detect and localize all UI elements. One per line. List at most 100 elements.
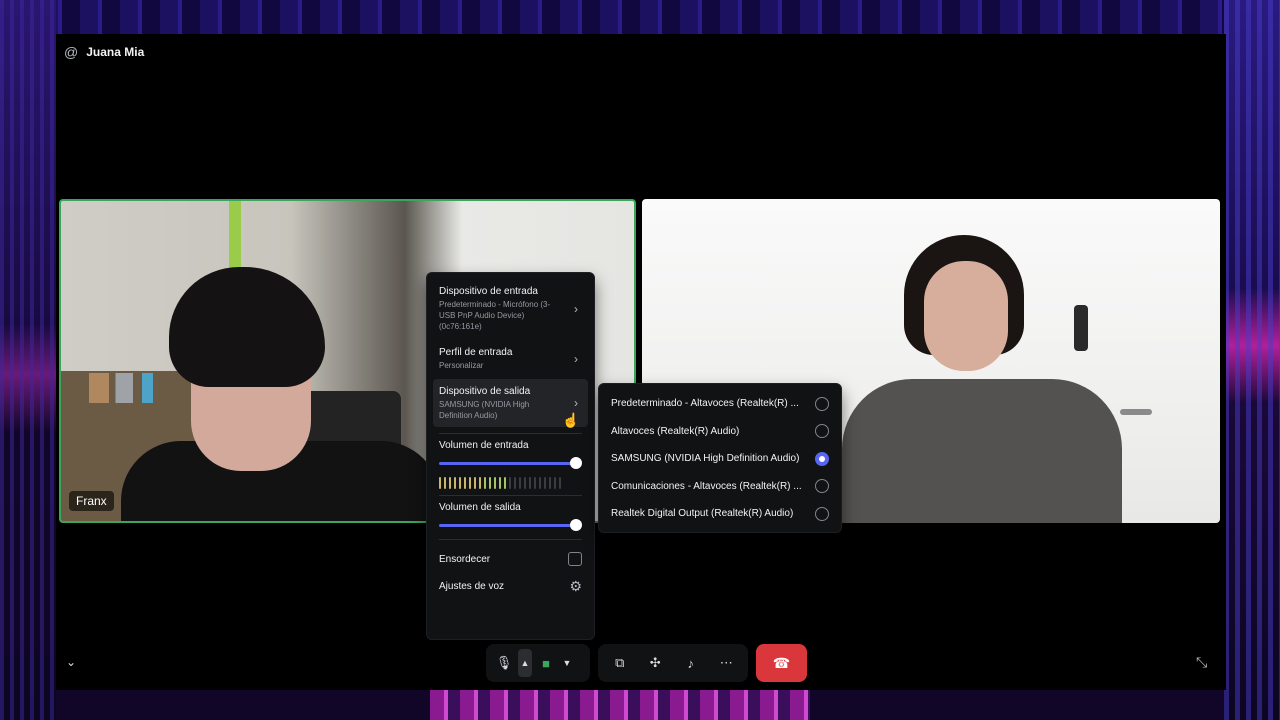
video-person-face (924, 261, 1008, 371)
chevron-right-icon: › (574, 396, 578, 410)
meter-segment (484, 477, 486, 489)
output-device-option[interactable]: Altavoces (Realtek(R) Audio) (605, 418, 835, 446)
radio-button[interactable] (815, 506, 829, 521)
meter-segment (534, 477, 536, 489)
meter-segment (494, 477, 496, 489)
microphone-icon[interactable]: 🎙 (490, 649, 518, 677)
radio-button-selected[interactable] (815, 451, 829, 466)
channel-name[interactable]: Juana Mia (86, 45, 144, 59)
output-device-option-label: Altavoces (Realtek(R) Audio) (611, 425, 740, 437)
chevron-down-icon[interactable]: ⌄ (66, 655, 76, 669)
output-device-option[interactable]: Comunicaciones - Altavoces (Realtek(R) .… (605, 473, 835, 501)
background-art-left (0, 0, 56, 720)
media-controls: 🎙 ▲ ■ ▼ (486, 644, 590, 682)
meter-segment (539, 477, 541, 489)
slider-handle[interactable] (570, 457, 582, 469)
output-device-submenu: Predeterminado - Altavoces (Realtek(R) .… (598, 383, 842, 533)
output-device-option-label: Predeterminado - Altavoces (Realtek(R) .… (611, 398, 799, 410)
video-wall-hanger (1074, 305, 1088, 351)
output-device-option-label: SAMSUNG (NVIDIA High Definition Audio) (611, 453, 800, 465)
input-volume-label: Volumen de entrada (439, 440, 529, 451)
output-device-option[interactable]: Predeterminado - Altavoces (Realtek(R) .… (605, 390, 835, 418)
meter-segment (489, 477, 491, 489)
video-green-object (229, 201, 241, 271)
menu-item-input-device[interactable]: Dispositivo de entrada Predeterminado - … (433, 279, 588, 338)
slider-track (439, 462, 576, 465)
meter-segment (509, 477, 511, 489)
meter-segment (519, 477, 521, 489)
output-volume-label: Volumen de salida (439, 502, 521, 513)
slider-track (439, 524, 576, 527)
deafen-label: Ensordecer (439, 553, 491, 565)
meter-segment (464, 477, 466, 489)
soundboard-icon[interactable]: ♪ (677, 649, 705, 677)
camera-icon[interactable]: ■ (532, 649, 560, 677)
output-volume-slider[interactable] (439, 517, 582, 533)
hangup-button[interactable]: ☎ (756, 644, 807, 682)
chevron-down-icon[interactable]: ▼ (560, 649, 574, 677)
input-volume-slider[interactable] (439, 455, 582, 471)
radio-button[interactable] (815, 479, 829, 494)
voice-settings-row[interactable]: Ajustes de voz ⚙ (433, 572, 588, 601)
video-door-handle (1120, 409, 1152, 415)
meter-segment (449, 477, 451, 489)
meter-segment (439, 477, 441, 489)
radio-button[interactable] (815, 424, 829, 439)
meter-segment (549, 477, 551, 489)
meter-segment (559, 477, 561, 489)
background-art-bottom (430, 690, 810, 720)
video-person-hair (169, 267, 325, 387)
call-header: @ Juana Mia (64, 44, 144, 60)
meter-segment (514, 477, 516, 489)
slider-handle[interactable] (570, 519, 582, 531)
meter-segment (554, 477, 556, 489)
meter-segment (444, 477, 446, 489)
menu-item-title: Dispositivo de entrada (439, 286, 538, 297)
output-device-option-label: Comunicaciones - Altavoces (Realtek(R) .… (611, 480, 802, 492)
hangup-icon: ☎ (772, 654, 791, 671)
video-person-body (842, 379, 1122, 523)
audio-settings-menu: Dispositivo de entrada Predeterminado - … (426, 272, 595, 640)
chevron-right-icon: › (574, 351, 578, 366)
menu-item-subtitle: Personalizar (439, 361, 484, 370)
fullscreen-exit-icon[interactable]: ⤡ (1196, 654, 1207, 671)
menu-item-title: Perfil de entrada (439, 347, 513, 358)
meter-segment (529, 477, 531, 489)
chevron-up-icon[interactable]: ▲ (518, 649, 532, 677)
menu-divider (439, 539, 582, 540)
menu-item-subtitle: SAMSUNG (NVIDIA High Definition Audio) (439, 400, 530, 420)
meter-segment (544, 477, 546, 489)
output-device-option-label: Realtek Digital Output (Realtek(R) Audio… (611, 508, 794, 520)
input-level-meter (439, 477, 582, 489)
meter-segment (524, 477, 526, 489)
discord-call-stage: @ Juana Mia Franx Dispositivo de entrada… (0, 0, 1280, 720)
menu-item-title: Dispositivo de salida (439, 386, 531, 397)
background-art-top (0, 0, 1280, 34)
output-device-option[interactable]: SAMSUNG (NVIDIA High Definition Audio) (605, 445, 835, 473)
activity-controls: ⧉ ✣ ♪ ⋯ (598, 644, 748, 682)
voice-settings-label: Ajustes de voz (439, 581, 505, 592)
menu-divider (439, 495, 582, 496)
deafen-row[interactable]: Ensordecer (433, 546, 588, 572)
deafen-checkbox[interactable] (568, 552, 582, 566)
background-art-right (1224, 0, 1280, 720)
screen-share-icon[interactable]: ⧉ (606, 649, 634, 677)
meter-segment (459, 477, 461, 489)
chevron-right-icon: › (574, 301, 578, 316)
menu-item-subtitle: Predeterminado - Micrófono (3- USB PnP A… (439, 300, 551, 331)
activities-icon[interactable]: ✣ (641, 649, 669, 677)
meter-segment (469, 477, 471, 489)
more-icon[interactable]: ⋯ (712, 649, 740, 677)
menu-item-input-profile[interactable]: Perfil de entrada Personalizar › (433, 340, 588, 377)
meter-segment (504, 477, 506, 489)
participant-name-tag: Franx (69, 491, 114, 511)
meter-segment (474, 477, 476, 489)
gear-icon[interactable]: ⚙ (569, 578, 582, 595)
meter-segment (479, 477, 481, 489)
meter-segment (499, 477, 501, 489)
hand-cursor-icon: ☝ (562, 412, 580, 428)
meter-segment (454, 477, 456, 489)
radio-button[interactable] (815, 396, 829, 411)
menu-divider (439, 433, 582, 434)
output-device-option[interactable]: Realtek Digital Output (Realtek(R) Audio… (605, 500, 835, 528)
